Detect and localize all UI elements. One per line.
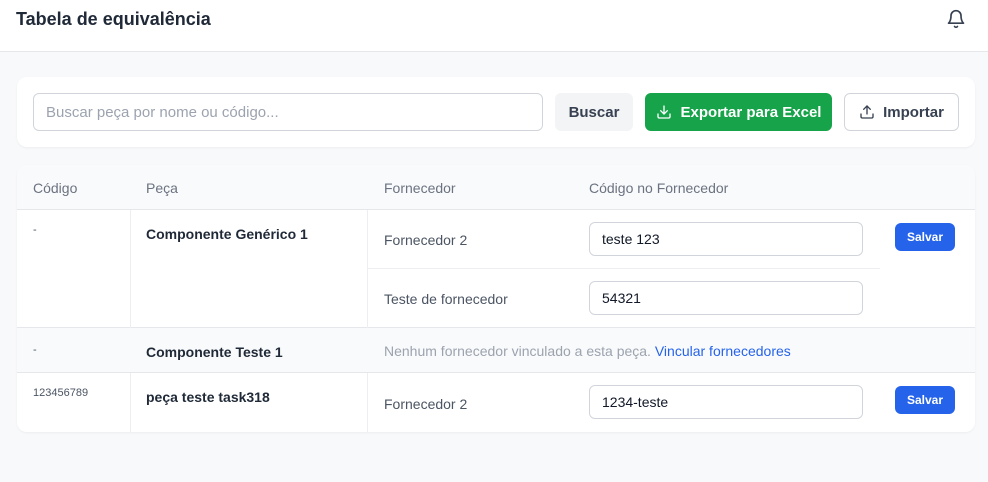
save-button-label: Salvar: [906, 230, 944, 244]
table-row: - Componente Genérico 1 Fornecedor 2 Tes…: [17, 210, 975, 328]
search-toolbar: Buscar Exportar para Excel Importar: [17, 77, 975, 147]
download-icon: [656, 105, 671, 119]
part-code: 123456789: [33, 387, 89, 399]
save-button[interactable]: Salvar: [895, 386, 955, 414]
import-button[interactable]: Importar: [844, 93, 959, 131]
header-supplier-code: Código no Fornecedor: [589, 180, 729, 196]
supplier-code-input[interactable]: [589, 385, 863, 419]
top-header: Tabela de equivalência: [0, 0, 988, 52]
supplier-name: Teste de fornecedor: [384, 291, 508, 307]
supplier-code-input[interactable]: [589, 222, 863, 256]
upload-icon: [860, 105, 874, 119]
import-button-label: Importar: [883, 103, 944, 121]
column-divider: [367, 373, 368, 432]
supplier-name: Fornecedor 2: [384, 396, 468, 412]
page-title: Tabela de equivalência: [16, 9, 211, 29]
column-divider: [367, 210, 368, 328]
header-supplier: Fornecedor: [384, 180, 456, 196]
table-header: Código Peça Fornecedor Código no Fornece…: [17, 165, 975, 210]
header-code: Código: [33, 180, 78, 196]
part-code: -: [33, 224, 37, 236]
part-name: Componente Teste 1: [146, 344, 283, 360]
search-button[interactable]: Buscar: [555, 93, 633, 131]
equivalence-table: Código Peça Fornecedor Código no Fornece…: [17, 165, 975, 432]
table-row: 123456789 peça teste task318 Fornecedor …: [17, 373, 975, 432]
part-name: peça teste task318: [146, 389, 270, 405]
no-supplier-message: Nenhum fornecedor vinculado a esta peça.…: [384, 343, 791, 359]
column-divider: [130, 210, 131, 328]
part-name: Componente Genérico 1: [146, 226, 308, 242]
bell-icon[interactable]: [944, 7, 968, 31]
export-button-label: Exportar para Excel: [680, 103, 822, 121]
save-button[interactable]: Salvar: [895, 223, 955, 251]
part-code: -: [33, 344, 37, 356]
header-part: Peça: [146, 180, 178, 196]
supplier-name: Fornecedor 2: [384, 232, 468, 248]
supplier-code-input[interactable]: [589, 281, 863, 315]
link-suppliers-link[interactable]: Vincular fornecedores: [655, 343, 791, 359]
export-excel-button[interactable]: Exportar para Excel: [645, 93, 832, 131]
empty-text: Nenhum fornecedor vinculado a esta peça.: [384, 343, 651, 359]
column-divider: [130, 373, 131, 432]
table-row: - Componente Teste 1 Nenhum fornecedor v…: [17, 328, 975, 373]
save-button-label: Salvar: [906, 393, 944, 407]
search-input[interactable]: [33, 93, 543, 131]
search-button-label: Buscar: [568, 103, 620, 121]
sub-row-divider: [368, 268, 880, 269]
